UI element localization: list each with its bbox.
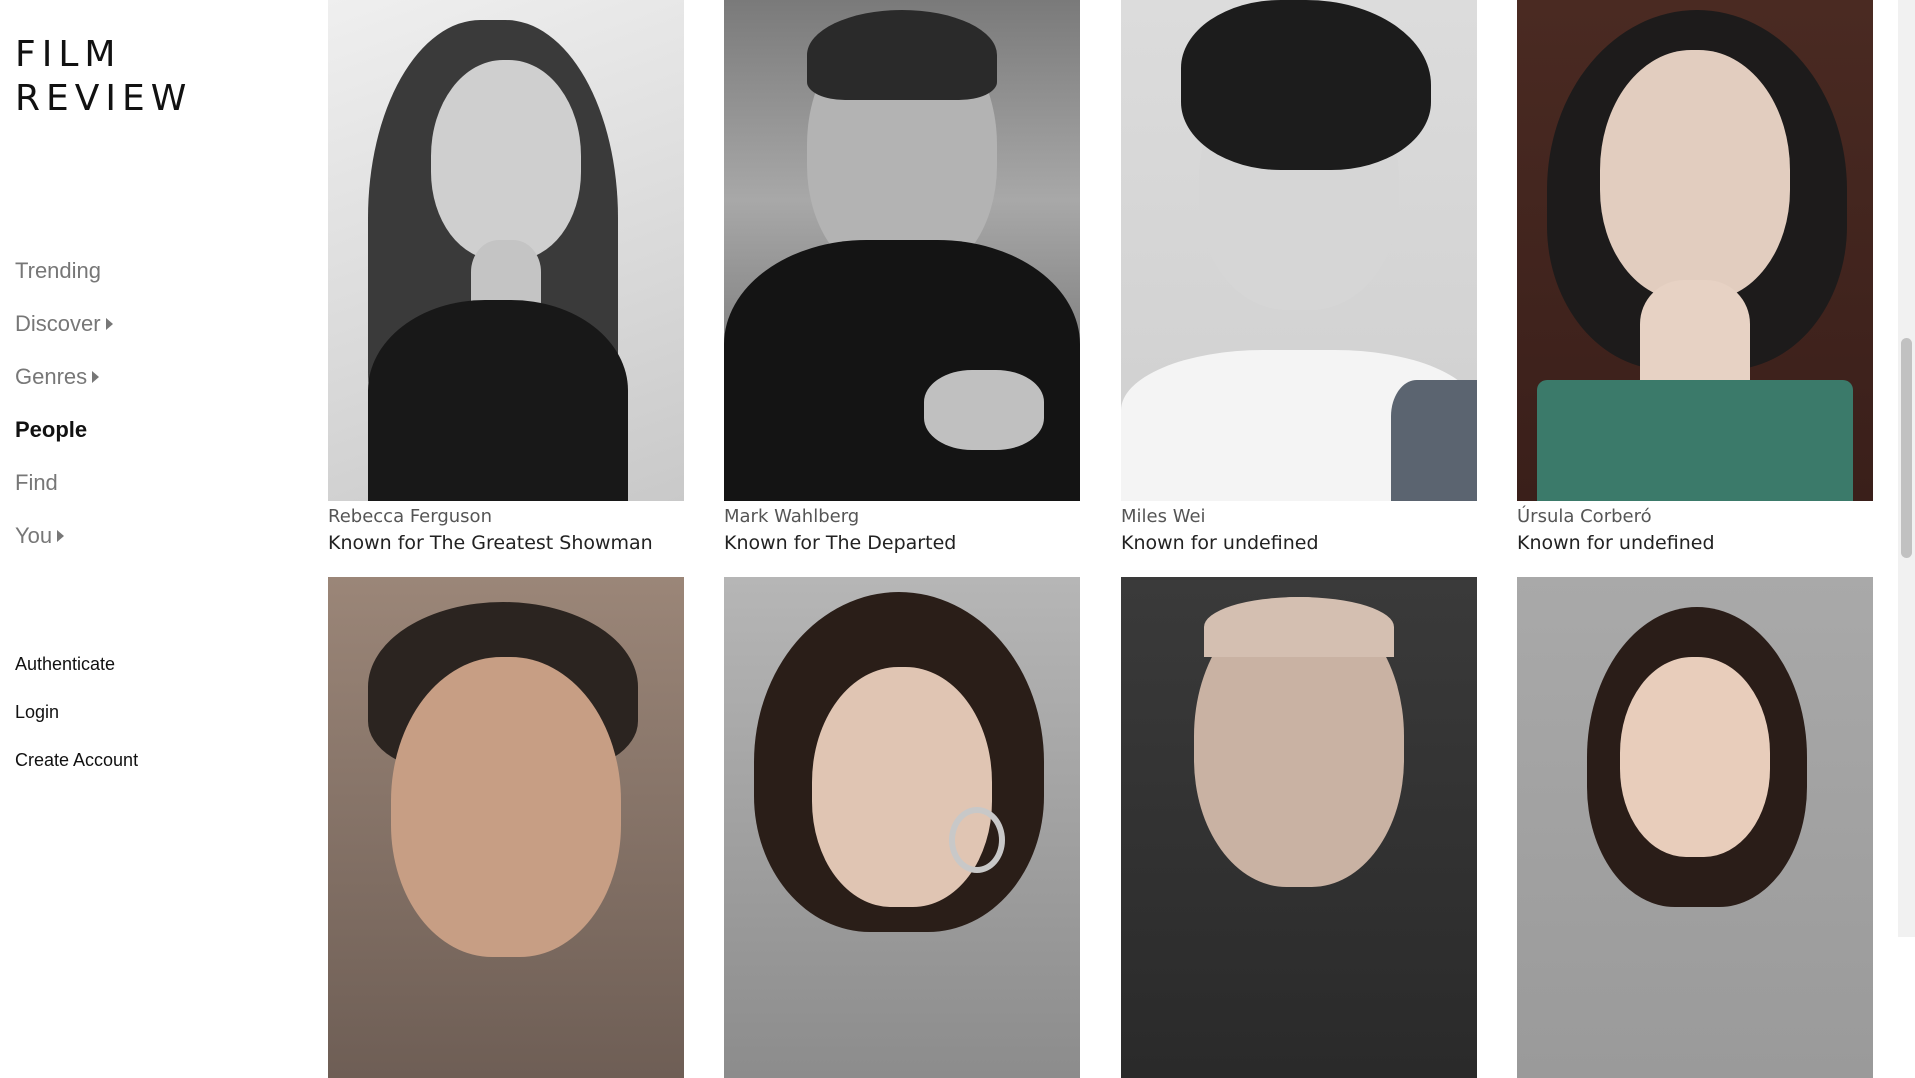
site-logo[interactable]: FILM REVIEW [15,33,192,121]
nav-item-label: Genres [15,363,88,389]
person-known-for: Known for The Departed [724,532,957,554]
person-photo[interactable] [1121,577,1477,1078]
person-photo[interactable] [1121,0,1477,501]
person-name[interactable]: Rebecca Ferguson [328,505,684,529]
person-card[interactable] [328,577,684,1078]
person-card[interactable]: Mark Wahlberg Known for The Departed [724,0,1080,557]
nav-item-discover[interactable]: Discover [15,297,113,350]
page-scrollbar[interactable] [1898,0,1915,937]
person-known-for: Known for undefined [1517,532,1715,554]
person-card[interactable] [1121,577,1477,1078]
nav-item-find[interactable]: Find [15,456,113,509]
person-card[interactable]: Úrsula Corberó Known for undefined [1517,0,1873,557]
scrollbar-thumb[interactable] [1901,338,1912,558]
sidebar: FILM REVIEW Trending Discover Genres Peo… [0,0,300,937]
nav-item-label: Find [15,469,58,495]
main-nav: Trending Discover Genres People Find You [15,244,113,562]
nav-item-people[interactable]: People [15,403,113,456]
person-name[interactable]: Úrsula Corberó [1517,505,1873,529]
person-name[interactable]: Mark Wahlberg [724,505,1080,529]
person-photo[interactable] [328,0,684,501]
person-photo[interactable] [1517,577,1873,1078]
login-link[interactable]: Login [15,688,138,736]
person-card[interactable] [1517,577,1873,1078]
people-grid: Rebecca Ferguson Known for The Greatest … [328,0,1878,1078]
person-photo[interactable] [1517,0,1873,501]
nav-item-label: Trending [15,257,102,283]
logo-line1: FILM [15,34,122,75]
person-card[interactable]: Rebecca Ferguson Known for The Greatest … [328,0,684,557]
create-account-link[interactable]: Create Account [15,736,138,784]
person-known-for: Known for The Greatest Showman [328,532,653,554]
nav-item-genres[interactable]: Genres [15,350,113,403]
nav-item-trending[interactable]: Trending [15,244,113,297]
person-photo[interactable] [724,0,1080,501]
caret-right-icon [105,317,113,330]
person-photo[interactable] [724,577,1080,1078]
person-card[interactable]: Miles Wei Known for undefined [1121,0,1477,557]
caret-right-icon [57,529,65,542]
logo-line2: REVIEW [15,78,193,119]
account-links: Authenticate Login Create Account [15,640,138,784]
person-photo[interactable] [328,577,684,1078]
person-card[interactable] [724,577,1080,1078]
person-known-for: Known for undefined [1121,532,1319,554]
caret-right-icon [92,370,100,383]
nav-item-you[interactable]: You [15,509,113,562]
authenticate-link[interactable]: Authenticate [15,640,138,688]
person-name[interactable]: Miles Wei [1121,505,1477,529]
nav-item-label: You [15,522,53,548]
nav-item-label: People [15,416,88,442]
nav-item-label: Discover [15,310,101,336]
